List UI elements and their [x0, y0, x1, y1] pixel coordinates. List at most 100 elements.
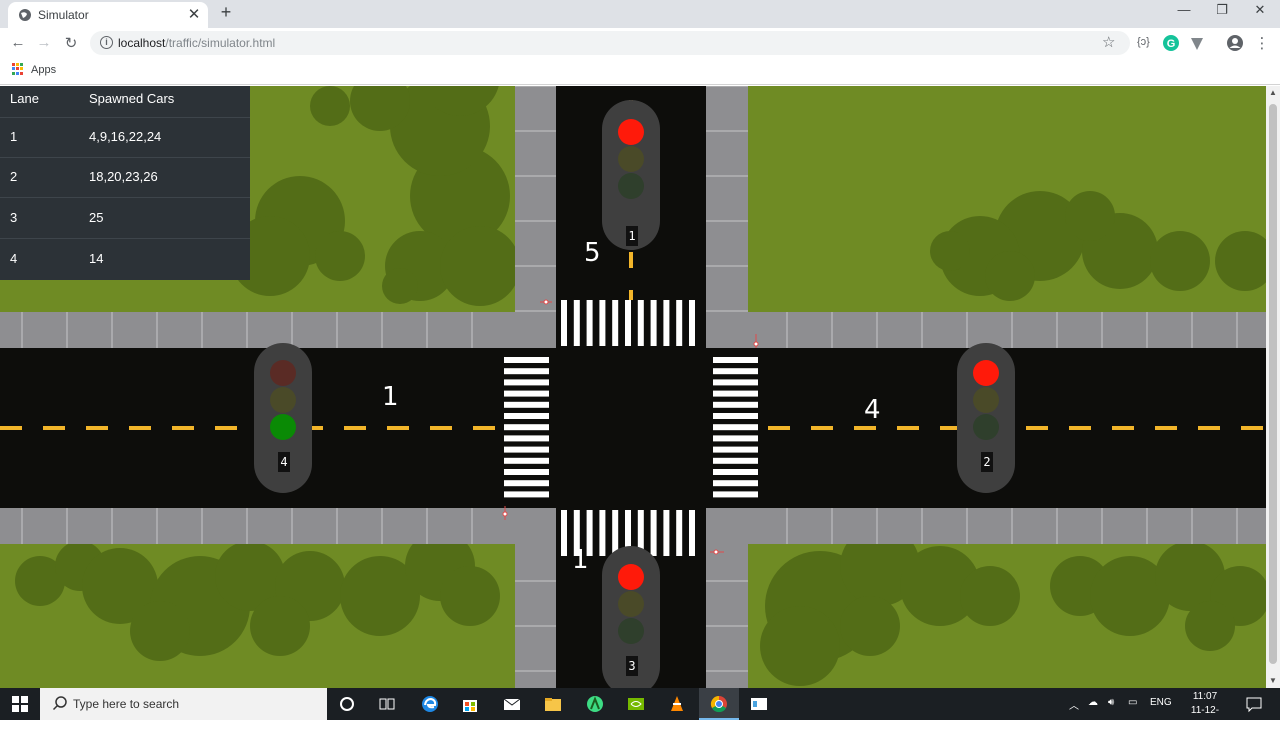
address-bar[interactable]: i localhost/traffic/simulator.html ☆	[90, 31, 1130, 55]
battery-icon[interactable]: ▭	[1128, 697, 1137, 708]
lane-dash	[0, 426, 22, 430]
crosswalk-stripe	[573, 300, 580, 346]
green-bulb	[270, 414, 296, 440]
column-header-spawned-cars: Spawned Cars	[89, 91, 175, 106]
page-scrollbar[interactable]: ▲ ▼	[1266, 86, 1280, 688]
close-window-button[interactable]: ✕	[1242, 2, 1278, 22]
lane-dash	[215, 426, 237, 430]
table-header: Lane Spawned Cars	[0, 86, 250, 118]
traffic-light-south: 3	[602, 546, 660, 688]
lane-cell: 4	[10, 251, 18, 266]
car-label: 5	[584, 238, 601, 268]
light-number: 3	[626, 656, 638, 676]
bookmark-star-icon[interactable]: ☆	[1102, 33, 1115, 51]
crosswalk-stripe	[713, 390, 758, 397]
android-studio-icon[interactable]	[585, 694, 605, 714]
tab-title: Simulator	[38, 8, 89, 22]
crosswalk-stripe	[599, 510, 606, 556]
back-button[interactable]: ←	[8, 34, 28, 54]
tab-strip: Simulator ✕ + — ❐ ✕	[0, 0, 1280, 28]
task-view-icon[interactable]	[377, 694, 397, 714]
crosswalk-stripe	[504, 357, 549, 363]
green-bulb	[618, 618, 644, 644]
crosswalk-stripe	[504, 368, 549, 375]
lane-cell: 3	[10, 210, 18, 225]
lane-dash	[1112, 426, 1134, 430]
windows-start-icon[interactable]	[12, 696, 28, 712]
red-bulb	[270, 360, 296, 386]
lane-dash	[129, 426, 151, 430]
windows-taskbar: Type here to search ︿ ☁ 🔊︎ ▭ ENG 11:07 1…	[0, 688, 1280, 730]
file-explorer-icon[interactable]	[543, 694, 563, 714]
vimium-icon[interactable]	[1189, 35, 1205, 53]
crosswalk-stripe	[689, 510, 695, 556]
crosswalk-stripe	[713, 401, 758, 408]
lane-dash	[811, 426, 833, 430]
info-icon[interactable]: i	[100, 36, 113, 49]
crosswalk-stripe	[625, 300, 631, 346]
lane-dash	[629, 290, 633, 300]
chrome-menu-icon[interactable]: ⋮	[1252, 34, 1272, 54]
grammarly-icon[interactable]: G	[1162, 34, 1180, 52]
vlc-icon[interactable]	[667, 694, 687, 714]
crosswalk-stripe	[504, 457, 549, 464]
car-label: 1	[382, 382, 399, 412]
light-number: 1	[626, 226, 638, 246]
edge-browser-icon[interactable]	[420, 694, 440, 714]
onedrive-icon[interactable]: ☁	[1088, 697, 1098, 708]
clock-date: 11-12-2019	[1190, 705, 1220, 730]
app-window-icon[interactable]	[749, 694, 769, 714]
crosswalk-stripe	[612, 300, 619, 346]
apps-grid-icon[interactable]	[12, 63, 24, 75]
chrome-taskbar-button[interactable]	[699, 688, 739, 720]
crosswalk-stripe	[713, 469, 758, 475]
lane-dash	[1155, 426, 1177, 430]
green-bulb	[973, 414, 999, 440]
crosswalk-stripe	[676, 300, 683, 346]
lane-dash	[430, 426, 452, 430]
language-indicator[interactable]: ENG	[1150, 697, 1172, 708]
crosswalk-stripe	[599, 300, 606, 346]
table-row: 1 4,9,16,22,24	[0, 118, 250, 158]
minimize-button[interactable]: —	[1166, 2, 1202, 22]
store-icon[interactable]	[460, 694, 480, 714]
clock-time: 11:07	[1192, 691, 1218, 702]
crosswalk-stripe	[689, 300, 695, 346]
crosswalk-stripe	[504, 491, 549, 498]
restore-button[interactable]: ❐	[1204, 2, 1240, 22]
tab-simulator[interactable]: Simulator ✕	[8, 2, 208, 28]
crosswalk-stripe	[713, 435, 758, 442]
lane-dash	[629, 252, 633, 268]
nvidia-icon[interactable]	[626, 694, 646, 714]
reload-button[interactable]: ↻	[61, 34, 81, 54]
scroll-up-arrow-icon[interactable]: ▲	[1266, 86, 1280, 100]
cars-cell: 14	[89, 251, 104, 266]
new-tab-button[interactable]: +	[216, 2, 236, 23]
yellow-bulb	[618, 591, 644, 617]
traffic-light-east: 2	[957, 343, 1015, 493]
notification-center-icon[interactable]	[1244, 694, 1264, 714]
cars-cell: 18,20,23,26	[89, 169, 158, 184]
lane-cell: 1	[10, 129, 18, 144]
crosswalk-stripe	[650, 510, 657, 556]
taskbar-search[interactable]: Type here to search	[40, 688, 327, 720]
crosswalk-stripe	[586, 300, 593, 346]
extension-icon[interactable]: {ↄ}	[1137, 36, 1150, 54]
mail-icon[interactable]	[502, 694, 522, 714]
lane-dash	[344, 426, 366, 430]
scroll-down-arrow-icon[interactable]: ▼	[1266, 674, 1280, 688]
lane-dash	[768, 426, 790, 430]
forward-button[interactable]: →	[34, 34, 54, 54]
cortana-icon[interactable]	[337, 694, 357, 714]
cars-cell: 4,9,16,22,24	[89, 129, 162, 144]
url-text: localhost/traffic/simulator.html	[118, 36, 276, 50]
system-clock[interactable]: 11:07 11-12-2019	[1180, 690, 1230, 732]
show-hidden-icons-icon[interactable]: ︿	[1069, 697, 1079, 712]
volume-icon[interactable]: 🔊︎	[1108, 697, 1114, 708]
close-tab-icon[interactable]: ✕	[186, 5, 202, 23]
apps-bookmark[interactable]: Apps	[31, 64, 56, 76]
crosswalk-stripe	[713, 357, 758, 363]
scroll-thumb[interactable]	[1269, 104, 1277, 664]
table-row: 2 18,20,23,26	[0, 158, 250, 198]
profile-icon[interactable]	[1226, 34, 1244, 52]
